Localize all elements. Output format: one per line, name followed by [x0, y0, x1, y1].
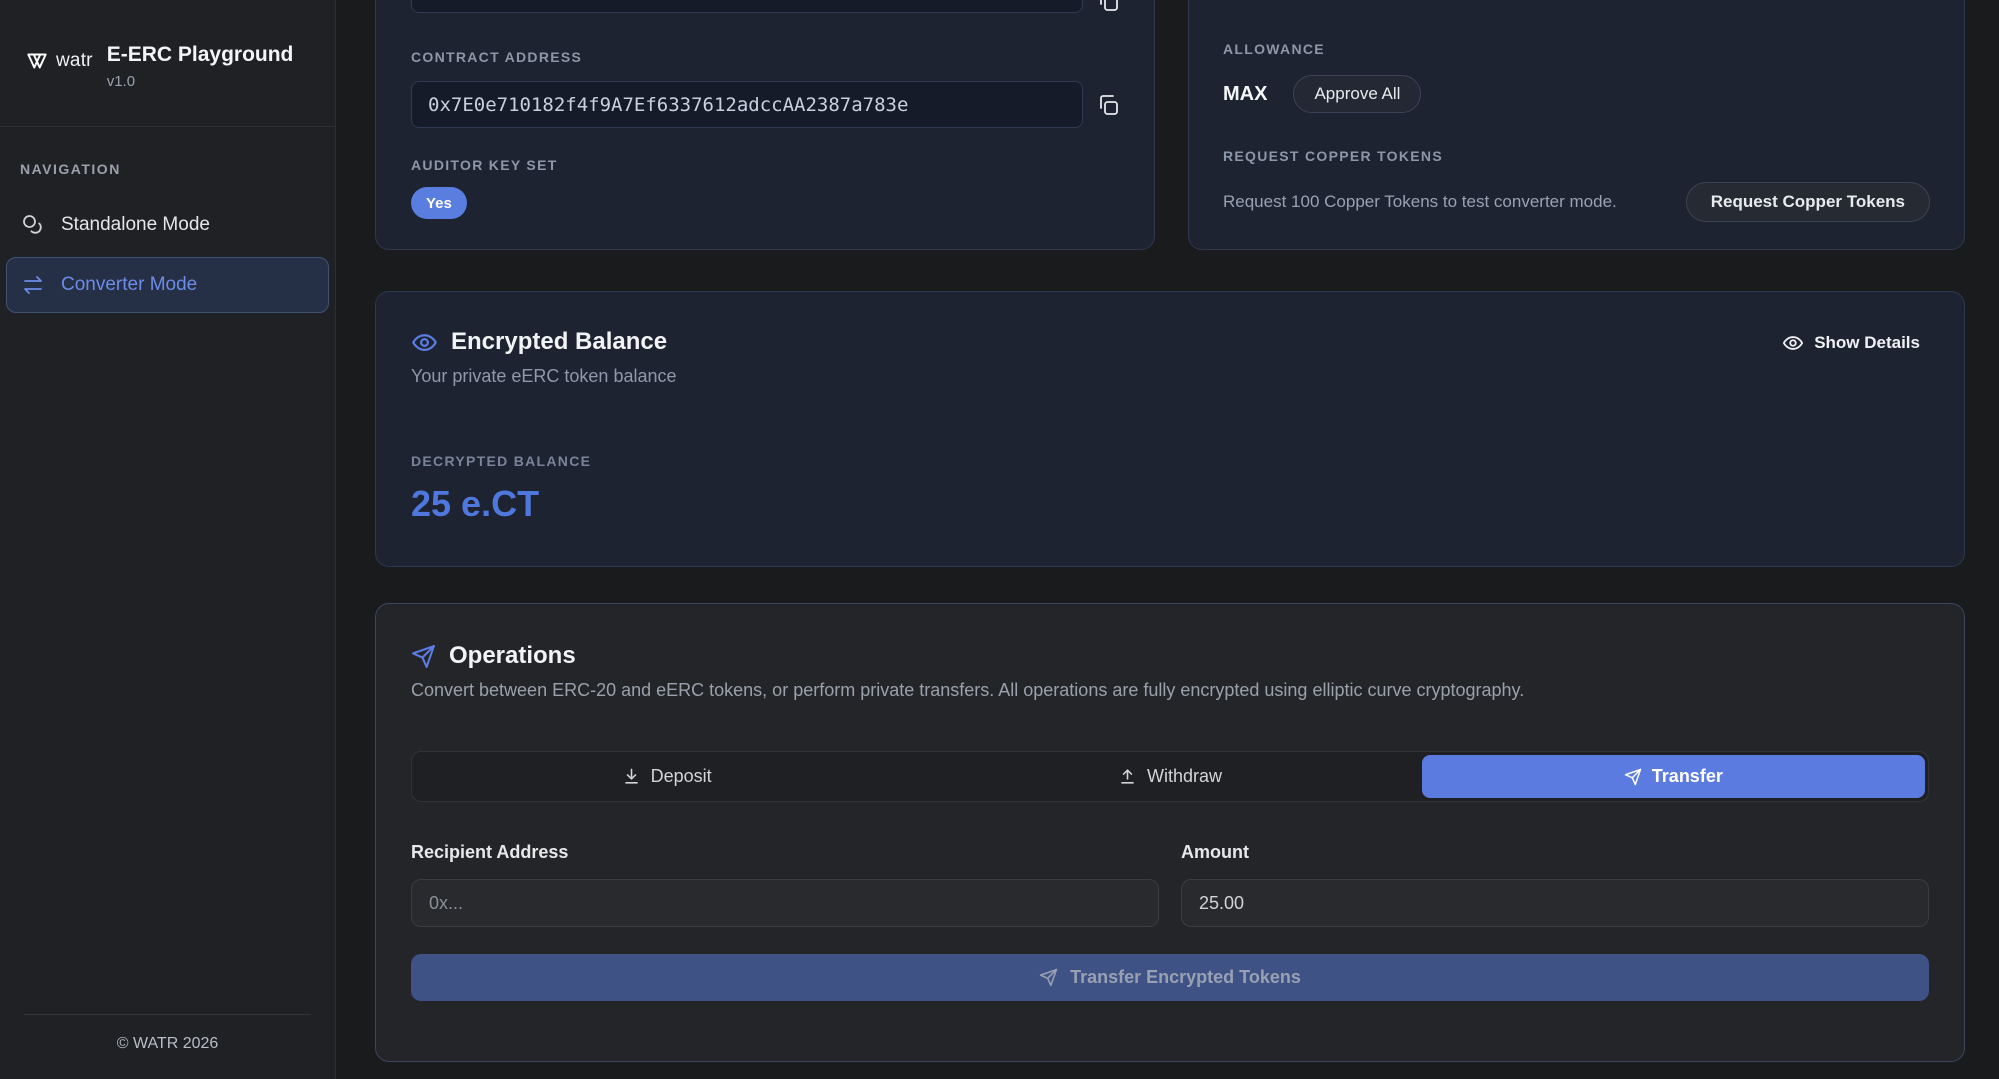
- swap-icon: [21, 273, 45, 297]
- send-icon: [1039, 968, 1058, 987]
- recipient-address-input[interactable]: [411, 879, 1159, 927]
- show-details-label: Show Details: [1814, 333, 1920, 353]
- allowance-card: ALLOWANCE MAX Approve All REQUEST COPPER…: [1188, 0, 1965, 250]
- nav-section-label: NAVIGATION: [0, 127, 335, 195]
- sidebar: watr E-ERC Playground v1.0 NAVIGATION St…: [0, 0, 336, 1079]
- tab-label: Transfer: [1652, 766, 1723, 787]
- approve-all-button[interactable]: Approve All: [1293, 75, 1421, 113]
- operations-tab-bar: Deposit Withdraw Transfer: [411, 751, 1929, 802]
- sidebar-item-label: Standalone Mode: [61, 214, 210, 236]
- auditor-key-label: AUDITOR KEY SET: [411, 157, 558, 173]
- app-title: E-ERC Playground: [107, 42, 294, 68]
- copy-icon[interactable]: [1096, 93, 1120, 117]
- watr-logo-text: watr: [56, 50, 93, 72]
- copy-icon[interactable]: [1096, 0, 1120, 13]
- decrypted-balance-value: 25 e.CT: [411, 483, 1929, 525]
- sidebar-item-label: Converter Mode: [61, 274, 197, 296]
- allowance-label: ALLOWANCE: [1223, 41, 1325, 57]
- copyright-text: © WATR 2026: [24, 1035, 311, 1053]
- upload-icon: [1118, 767, 1137, 786]
- token-field-input[interactable]: [411, 0, 1083, 13]
- auditor-key-status-badge: Yes: [411, 187, 467, 219]
- coins-icon: [21, 213, 45, 237]
- contract-address-input[interactable]: [411, 81, 1083, 128]
- operations-title: Operations: [449, 642, 576, 670]
- send-icon: [1624, 768, 1642, 786]
- operations-card: Operations Convert between ERC-20 and eE…: [375, 603, 1965, 1062]
- brand: watr E-ERC Playground v1.0: [0, 0, 335, 90]
- app-version: v1.0: [107, 73, 294, 90]
- send-icon: [411, 644, 436, 669]
- tab-withdraw[interactable]: Withdraw: [918, 755, 1421, 798]
- eye-icon: [411, 329, 438, 356]
- transfer-button-label: Transfer Encrypted Tokens: [1070, 967, 1301, 988]
- tab-deposit[interactable]: Deposit: [415, 755, 918, 798]
- eye-icon: [1782, 332, 1804, 354]
- main-content: CONTRACT ADDRESS AUDITOR KEY SET Yes ALL…: [337, 0, 1999, 1079]
- request-copper-label: REQUEST COPPER TOKENS: [1223, 148, 1443, 164]
- decrypted-balance-label: DECRYPTED BALANCE: [411, 453, 1929, 469]
- tab-transfer[interactable]: Transfer: [1422, 755, 1925, 798]
- brand-text: E-ERC Playground v1.0: [107, 42, 294, 90]
- tab-label: Deposit: [651, 766, 712, 787]
- allowance-value: MAX: [1223, 83, 1267, 106]
- watr-logo-icon: [24, 48, 50, 74]
- sidebar-item-standalone-mode[interactable]: Standalone Mode: [6, 197, 329, 253]
- operations-subtitle: Convert between ERC-20 and eERC tokens, …: [411, 680, 1929, 701]
- token-info-card: CONTRACT ADDRESS AUDITOR KEY SET Yes: [375, 0, 1155, 250]
- tab-label: Withdraw: [1147, 766, 1222, 787]
- balance-card-title: Encrypted Balance: [451, 328, 667, 356]
- footer-divider: [24, 1014, 311, 1015]
- amount-label: Amount: [1181, 842, 1929, 863]
- balance-card-subtitle: Your private eERC token balance: [411, 366, 1929, 387]
- watr-logo: watr: [24, 48, 93, 74]
- show-details-button[interactable]: Show Details: [1782, 332, 1920, 354]
- contract-address-label: CONTRACT ADDRESS: [411, 49, 582, 65]
- recipient-address-label: Recipient Address: [411, 842, 1159, 863]
- download-icon: [622, 767, 641, 786]
- transfer-encrypted-tokens-button[interactable]: Transfer Encrypted Tokens: [411, 954, 1929, 1001]
- request-copper-description: Request 100 Copper Tokens to test conver…: [1223, 192, 1617, 212]
- sidebar-item-converter-mode[interactable]: Converter Mode: [6, 257, 329, 313]
- amount-input[interactable]: [1181, 879, 1929, 927]
- sidebar-footer: © WATR 2026: [0, 1014, 335, 1079]
- request-copper-tokens-button[interactable]: Request Copper Tokens: [1686, 182, 1930, 222]
- encrypted-balance-card: Encrypted Balance Your private eERC toke…: [375, 291, 1965, 567]
